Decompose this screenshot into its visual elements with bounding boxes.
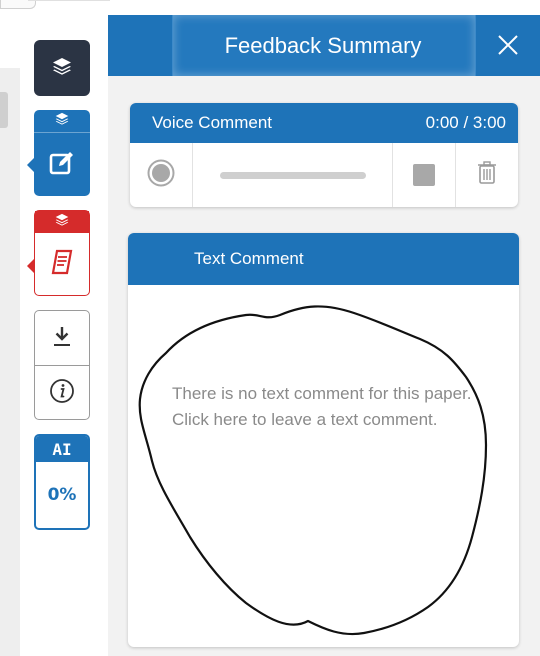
layers-icon	[55, 112, 69, 130]
text-comment-placeholder[interactable]: There is no text comment for this paper.…	[172, 381, 472, 433]
document-viewer-edge	[0, 0, 28, 656]
voice-comment-label: Voice Comment	[152, 113, 272, 132]
voice-comment-card: Voice Comment 0:00 / 3:00	[130, 103, 518, 207]
voice-comment-header: Voice Comment 0:00 / 3:00	[130, 103, 518, 143]
audio-progress[interactable]	[193, 143, 393, 207]
close-icon	[497, 34, 519, 61]
page-title: Feedback Summary	[224, 32, 422, 58]
delete-recording-button[interactable]	[456, 143, 518, 207]
info-icon	[49, 378, 75, 409]
ai-detection-button[interactable]: AI 0%	[34, 434, 90, 530]
text-comment-card: Text Comment There is no text comment fo…	[128, 233, 519, 647]
text-comment-header: Text Comment	[128, 233, 519, 285]
utility-button-group	[34, 310, 90, 420]
layers-button[interactable]	[34, 40, 90, 96]
audio-progress-track[interactable]	[219, 171, 366, 179]
voice-comment-timer: 0:00 / 3:00	[425, 113, 506, 132]
record-button[interactable]	[130, 143, 193, 207]
text-comment-area[interactable]: There is no text comment for this paper.…	[128, 285, 519, 647]
close-button[interactable]	[490, 29, 526, 65]
active-indicator	[27, 158, 34, 172]
layers-icon	[55, 213, 69, 231]
alert-indicator	[27, 259, 34, 273]
download-icon	[51, 324, 73, 353]
trash-icon	[477, 160, 497, 190]
ai-percent: 0%	[47, 485, 77, 505]
stop-button[interactable]	[393, 143, 456, 207]
page-margin	[0, 68, 20, 656]
layers-icon	[52, 57, 72, 80]
grading-tool-button[interactable]	[27, 110, 90, 196]
download-button[interactable]	[35, 311, 89, 365]
record-icon	[147, 159, 175, 192]
feedback-summary-panel: Voice Comment 0:00 / 3:00 Text Comment T…	[108, 76, 540, 656]
text-comment-label: Text Comment	[194, 249, 304, 268]
similarity-tool-button[interactable]	[27, 210, 90, 296]
document-icon	[50, 249, 74, 280]
scrollbar-thumb[interactable]	[0, 92, 8, 128]
divider	[28, 0, 110, 1]
stop-icon	[413, 164, 435, 186]
voice-controls	[130, 143, 518, 207]
ai-label: AI	[36, 436, 88, 462]
top-tab-edge	[0, 0, 36, 9]
edit-icon	[49, 150, 75, 181]
panel-header: Feedback Summary	[108, 15, 540, 76]
hand-drawn-annotation	[138, 305, 488, 636]
side-toolbar: AI 0%	[27, 20, 108, 656]
info-button[interactable]	[35, 365, 89, 420]
